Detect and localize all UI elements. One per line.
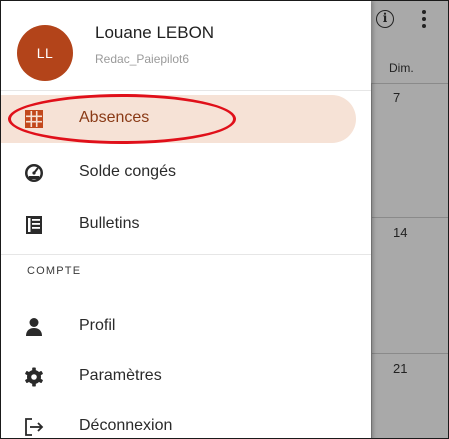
calendar-background: i Dim. 7 14 21 [371, 1, 448, 438]
gauge-icon [25, 164, 43, 182]
avatar[interactable]: LL [17, 25, 73, 81]
grid-icon [25, 110, 43, 128]
more-vert-icon[interactable] [419, 8, 429, 30]
calendar-day[interactable]: 21 [393, 361, 407, 376]
info-icon[interactable]: i [376, 10, 394, 28]
menu-item-label: Déconnexion [79, 417, 173, 434]
menu-item-label: Bulletins [79, 215, 140, 232]
calendar-day[interactable]: 14 [393, 225, 407, 240]
calendar-day[interactable]: 7 [393, 90, 400, 105]
user-subtitle: Redac_Paiepilot6 [95, 52, 190, 66]
calendar-divider [371, 217, 448, 218]
menu-item-label: Profil [79, 317, 116, 334]
menu-item-label: Paramètres [79, 367, 162, 384]
menu-item-label: Solde congés [79, 163, 176, 180]
user-name: Louane LEBON [95, 23, 215, 42]
gear-icon [25, 367, 43, 387]
app-frame: i Dim. 7 14 21 LL Louane LEBON Redac_Pai… [0, 0, 449, 439]
calendar-column-divider [371, 83, 372, 438]
menu-item-label: Absences [79, 109, 150, 126]
menu-item-profil[interactable]: Profil [1, 303, 371, 351]
menu-item-bulletins[interactable]: Bulletins [1, 201, 371, 249]
day-label-sunday: Dim. [389, 61, 414, 75]
section-title-compte: COMPTE [27, 265, 82, 277]
section-divider [1, 254, 371, 255]
menu-item-solde-conges[interactable]: Solde congés [1, 149, 371, 197]
navigation-drawer: LL Louane LEBON Redac_Paiepilot6 Absence… [1, 1, 371, 438]
menu-item-deconnexion[interactable]: Déconnexion [1, 403, 371, 438]
header-divider [1, 90, 371, 91]
logout-icon [25, 418, 44, 436]
calendar-header: i Dim. [371, 1, 448, 83]
menu-item-parametres[interactable]: Paramètres [1, 353, 371, 401]
calendar-divider [371, 83, 448, 84]
person-icon [26, 318, 42, 336]
menu-item-absences[interactable]: Absences [1, 95, 356, 143]
calendar-divider [371, 353, 448, 354]
document-list-icon [26, 216, 42, 234]
